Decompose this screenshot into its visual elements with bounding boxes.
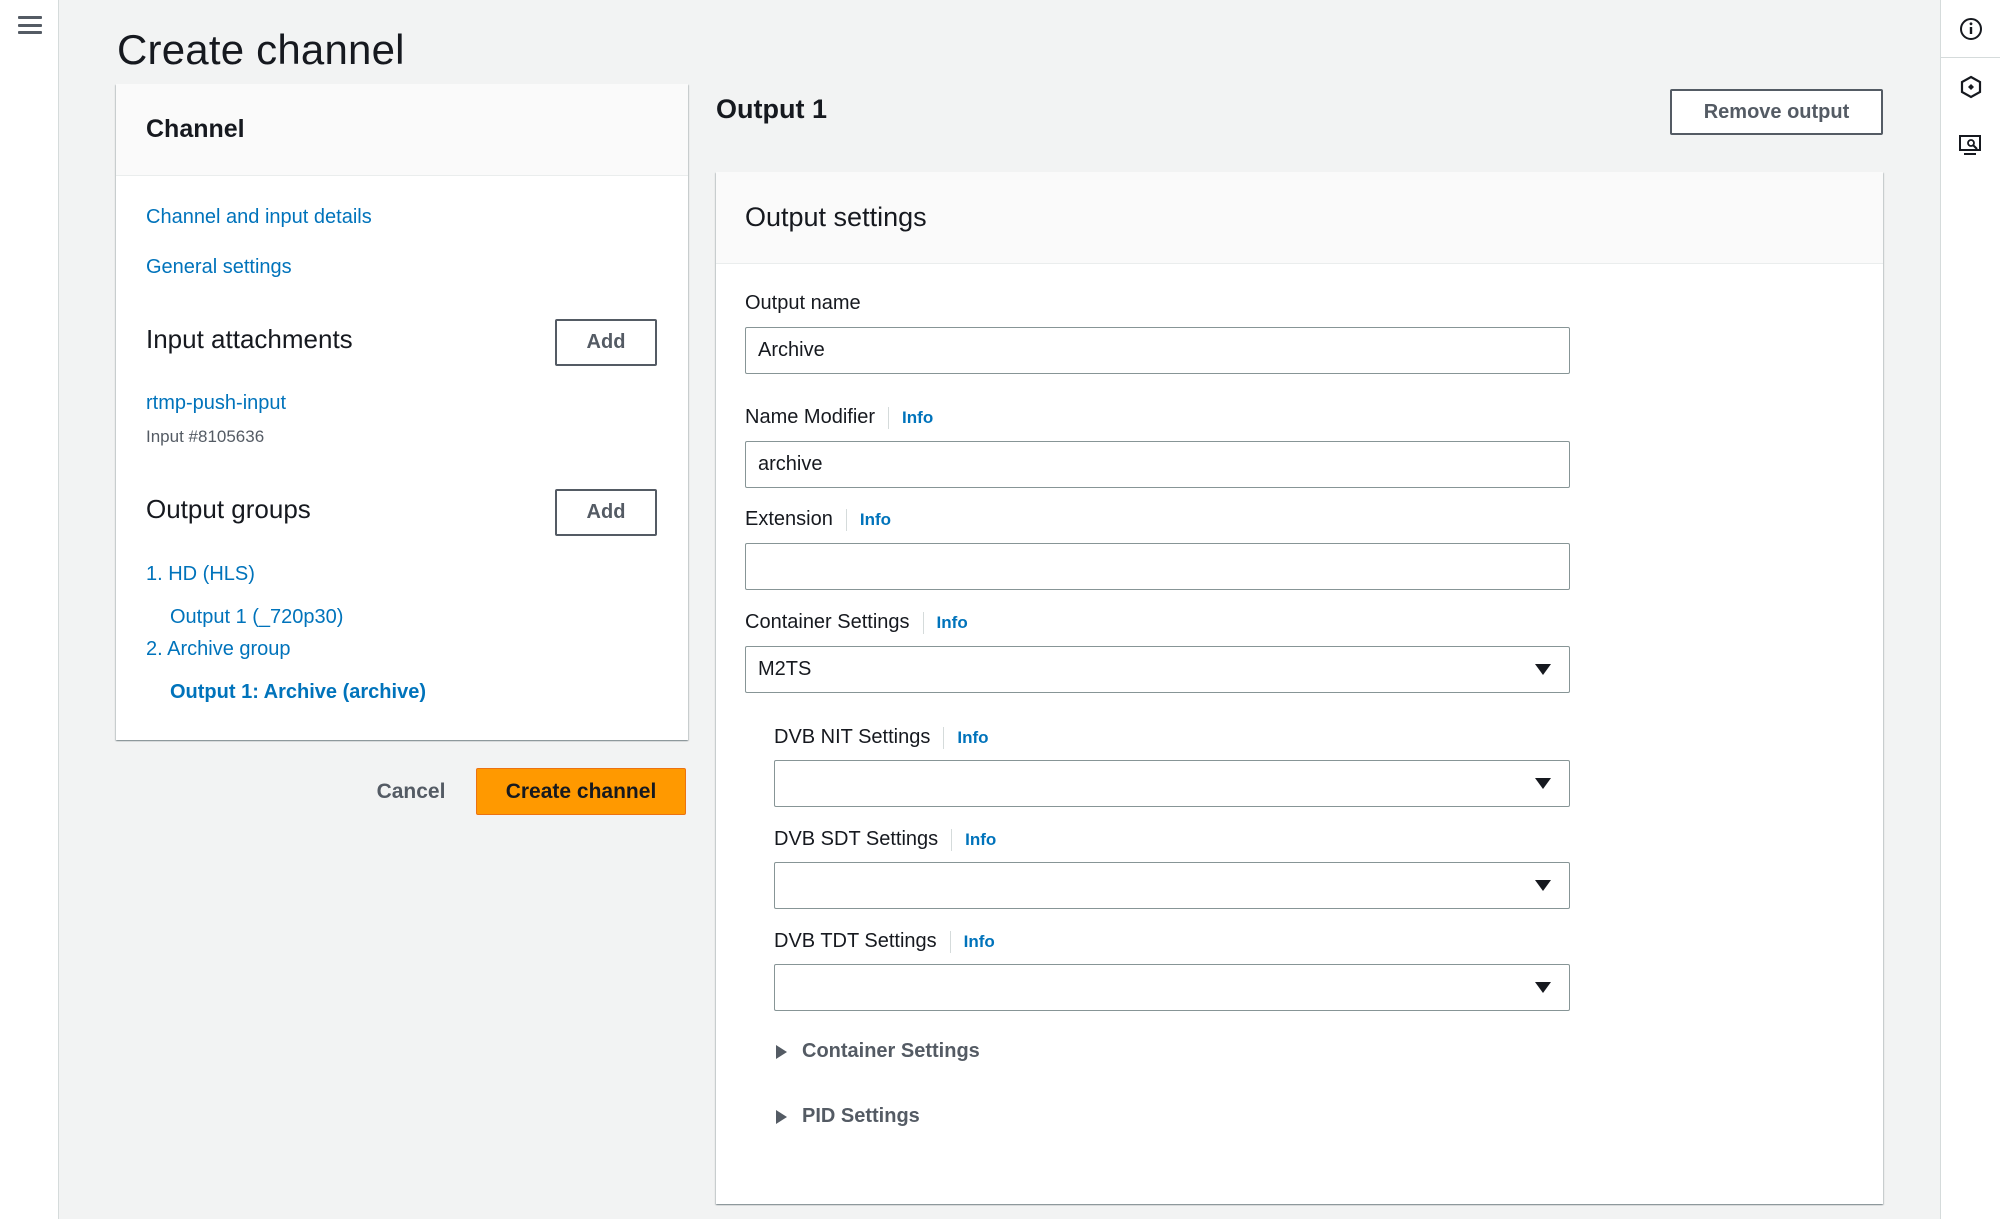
output-name-input[interactable] xyxy=(745,327,1570,374)
left-navigation-rail xyxy=(0,0,59,1219)
monitor-search-icon[interactable] xyxy=(1941,116,2000,174)
output-groups-title: Output groups xyxy=(146,494,311,524)
channel-panel-header: Channel xyxy=(116,84,688,176)
input-attachments-title: Input attachments xyxy=(146,324,353,354)
extension-info-link[interactable]: Info xyxy=(860,510,891,530)
hamburger-menu-icon[interactable] xyxy=(17,14,43,36)
input-attachment-id: Input #8105636 xyxy=(146,427,265,446)
pid-settings-expander-label: PID Settings xyxy=(802,1105,920,1127)
output-title: Output 1 xyxy=(716,94,827,124)
dvb-nit-info-link[interactable]: Info xyxy=(957,728,988,748)
output-name-label: Output name xyxy=(745,292,861,314)
output-hd-link[interactable]: Output 1 (_720p30) xyxy=(170,606,343,629)
name-modifier-input[interactable] xyxy=(745,441,1570,488)
container-settings-select[interactable]: M2TS xyxy=(745,646,1570,693)
dvb-nit-select[interactable] xyxy=(774,760,1570,807)
output-settings-panel: Output settings Output name Name Modifie… xyxy=(716,172,1883,1204)
caret-right-icon xyxy=(776,1109,787,1124)
dvb-nit-label: DVB NIT Settings Info xyxy=(774,726,989,749)
extension-label: Extension Info xyxy=(745,508,891,531)
pid-settings-expander[interactable]: PID Settings xyxy=(776,1105,920,1128)
channel-navigation-panel: Channel Channel and input details Genera… xyxy=(116,84,688,740)
nav-link-channel-input-details[interactable]: Channel and input details xyxy=(146,206,372,229)
dvb-tdt-select[interactable] xyxy=(774,964,1570,1011)
dvb-tdt-label: DVB TDT Settings Info xyxy=(774,930,995,953)
output-settings-header: Output settings xyxy=(716,172,1883,264)
extension-input[interactable] xyxy=(745,543,1570,590)
add-input-attachment-button[interactable]: Add xyxy=(555,319,657,366)
container-settings-value: M2TS xyxy=(758,658,812,680)
dvb-sdt-select[interactable] xyxy=(774,862,1570,909)
nav-link-general-settings[interactable]: General settings xyxy=(146,256,292,279)
input-attachment-link[interactable]: rtmp-push-input xyxy=(146,392,286,415)
caret-right-icon xyxy=(776,1044,787,1059)
hexagon-feedback-icon[interactable] xyxy=(1941,58,2000,116)
add-output-group-button[interactable]: Add xyxy=(555,489,657,536)
dvb-sdt-label: DVB SDT Settings Info xyxy=(774,828,997,851)
remove-output-button[interactable]: Remove output xyxy=(1670,89,1883,135)
chevron-down-icon xyxy=(1535,664,1551,675)
create-channel-button[interactable]: Create channel xyxy=(476,768,686,815)
cancel-button[interactable]: Cancel xyxy=(365,768,457,815)
output-group-hd-hls-link[interactable]: 1. HD (HLS) xyxy=(146,563,255,586)
right-tools-rail xyxy=(1940,0,2000,1219)
name-modifier-label: Name Modifier Info xyxy=(745,406,934,429)
dvb-sdt-info-link[interactable]: Info xyxy=(965,830,996,850)
output-group-archive-link[interactable]: 2. Archive group xyxy=(146,638,291,661)
chevron-down-icon xyxy=(1535,982,1551,993)
name-modifier-info-link[interactable]: Info xyxy=(902,408,933,428)
dvb-tdt-info-link[interactable]: Info xyxy=(964,932,995,952)
container-settings-expander[interactable]: Container Settings xyxy=(776,1040,980,1063)
container-settings-label: Container Settings Info xyxy=(745,611,968,634)
chevron-down-icon xyxy=(1535,880,1551,891)
output-archive-link-active[interactable]: Output 1: Archive (archive) xyxy=(170,681,426,704)
container-settings-info-link[interactable]: Info xyxy=(937,613,968,633)
info-circle-icon[interactable] xyxy=(1941,0,2000,58)
chevron-down-icon xyxy=(1535,778,1551,789)
page-title: Create channel xyxy=(117,26,405,73)
container-settings-expander-label: Container Settings xyxy=(802,1040,980,1062)
